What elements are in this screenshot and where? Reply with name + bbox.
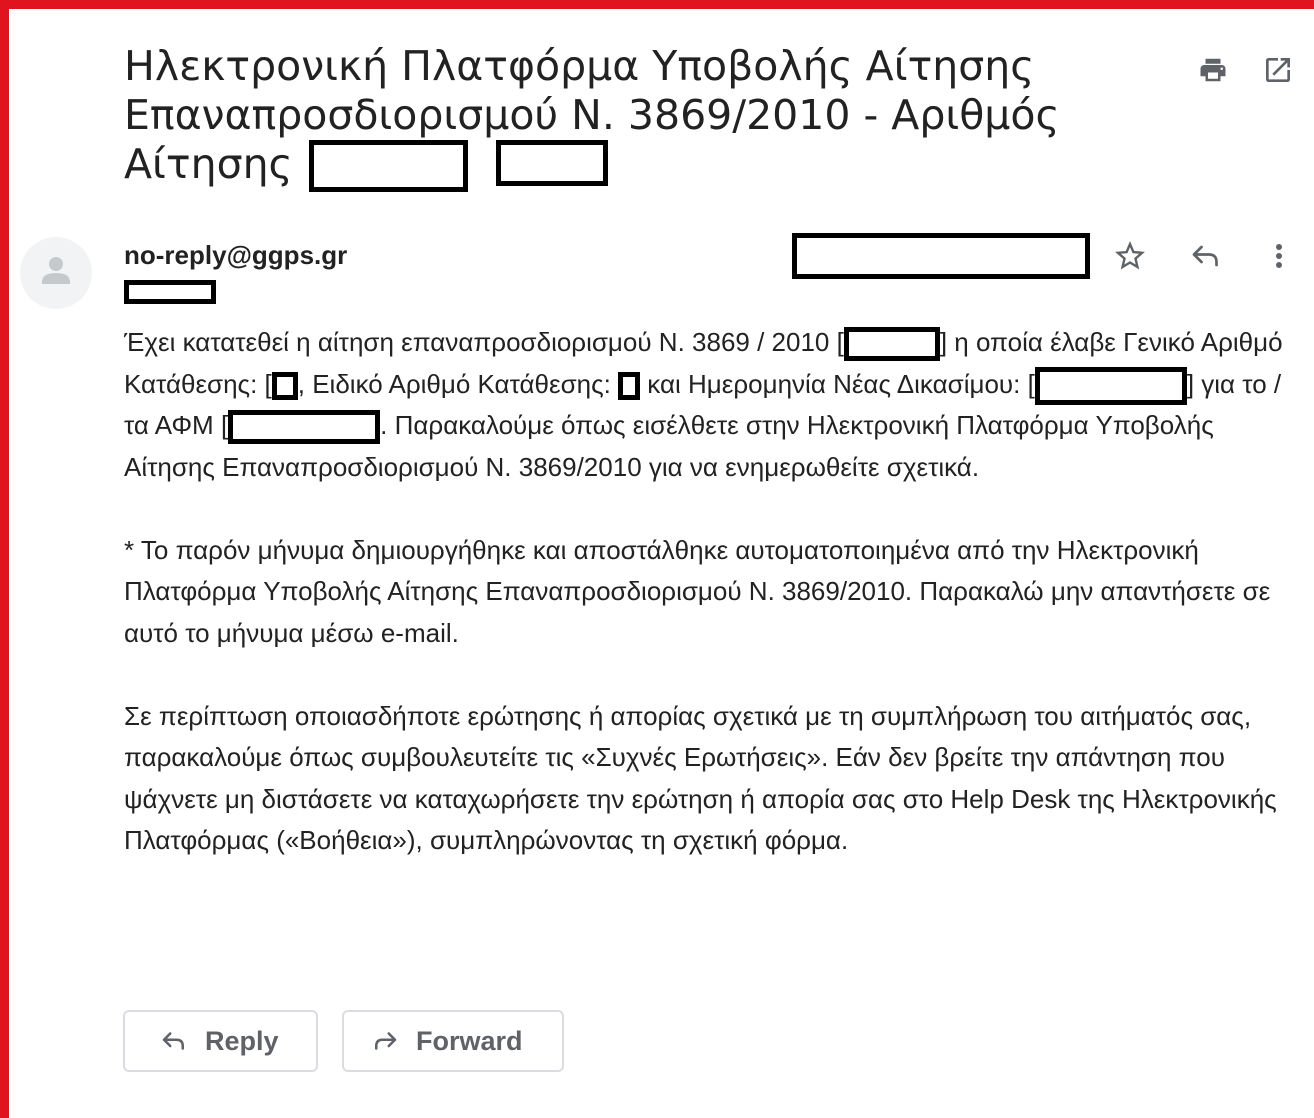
email-body: Έχει κατατεθεί η αίτηση επαναπροσδιορισμ… [124, 322, 1310, 862]
star-outline-icon[interactable] [1112, 238, 1148, 274]
forward-arrow-icon [375, 1032, 397, 1050]
redacted-application-number [309, 140, 468, 192]
redacted-field [228, 410, 381, 445]
body-paragraph-2: * Το παρόν μήνυμα δημιουργήθηκε και αποσ… [124, 534, 1271, 648]
redacted-recipient [124, 280, 216, 304]
avatar [20, 237, 92, 309]
email-subject: Ηλεκτρονική Πλατφόρμα Υποβολής Αίτησης Ε… [124, 42, 1073, 188]
more-vertical-icon[interactable] [1264, 238, 1294, 274]
body-paragraph-3: Σε περίπτωση οποιασδήποτε ερώτησης ή απο… [124, 700, 1277, 856]
forward-button-label: Forward [416, 1025, 523, 1056]
redacted-field [1034, 366, 1187, 405]
default-avatar-icon [42, 257, 70, 284]
reply-arrow-icon [162, 1032, 184, 1050]
reply-arrow-icon[interactable] [1188, 238, 1224, 274]
redacted-date [792, 233, 1090, 279]
reply-button-label: Reply [205, 1025, 279, 1056]
forward-button[interactable]: Forward [342, 1010, 564, 1072]
redacted-field [271, 371, 298, 400]
body-paragraph-1: Έχει κατατεθεί η αίτηση επαναπροσδιορισμ… [124, 327, 1283, 482]
reply-button[interactable]: Reply [123, 1010, 318, 1072]
redacted-field [843, 327, 940, 362]
redacted-field [618, 371, 641, 400]
open-in-new-window-icon[interactable] [1262, 54, 1294, 86]
redacted-application-year [496, 140, 608, 186]
print-icon[interactable] [1196, 55, 1230, 85]
sender-email: no-reply@ggps.gr [124, 240, 348, 270]
